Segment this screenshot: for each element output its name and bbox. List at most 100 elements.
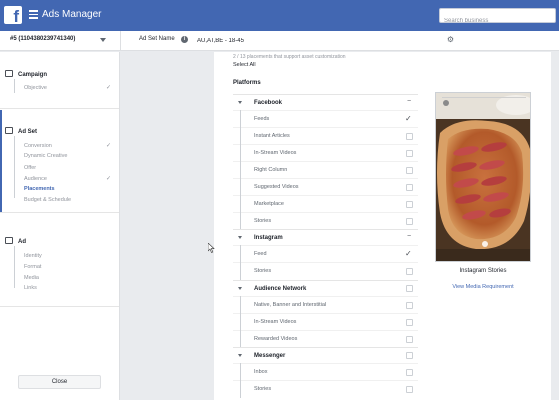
- divider: [120, 31, 121, 51]
- checkbox[interactable]: [406, 319, 413, 326]
- sidebar-item-objective[interactable]: Objective: [24, 85, 47, 91]
- platform-group-messenger[interactable]: Messenger: [233, 347, 418, 363]
- sidebar: Campaign Objective ✓ Ad Set Conversion ✓…: [0, 52, 120, 400]
- platform-group-audience-network[interactable]: Audience Network: [233, 280, 418, 296]
- caret-down-icon[interactable]: [238, 101, 242, 104]
- checkmark-icon[interactable]: ✓: [405, 249, 412, 258]
- placement-row-fb-suggested-videos[interactable]: Suggested Videos: [233, 178, 418, 196]
- sidebar-section-campaign[interactable]: Campaign: [5, 70, 47, 78]
- campaign-icon: [5, 70, 13, 77]
- checkbox[interactable]: [406, 369, 413, 376]
- canvas-gutter: [121, 52, 214, 400]
- checkbox[interactable]: [406, 167, 413, 174]
- top-bar: f Ads Manager: [0, 0, 559, 31]
- gear-icon[interactable]: ⚙: [446, 35, 455, 44]
- placement-row-ig-feed[interactable]: Feed ✓: [233, 245, 418, 263]
- caret-down-icon[interactable]: [238, 236, 242, 239]
- sidebar-item-format[interactable]: Format: [24, 264, 41, 270]
- platform-group-instagram[interactable]: Instagram −: [233, 229, 418, 245]
- placement-label: Suggested Videos: [254, 184, 299, 190]
- search-box[interactable]: [439, 8, 556, 28]
- platform-group-facebook[interactable]: Facebook −: [233, 94, 418, 110]
- checkbox[interactable]: [406, 218, 413, 225]
- checkbox[interactable]: [406, 302, 413, 309]
- platform-group-name: Facebook: [254, 100, 283, 106]
- checkmark-icon: ✓: [106, 176, 112, 182]
- checkbox[interactable]: [406, 268, 413, 275]
- chevron-down-icon[interactable]: [100, 38, 106, 42]
- sidebar-item-offer[interactable]: Offer: [24, 165, 36, 171]
- checkbox[interactable]: [406, 150, 413, 157]
- placement-row-ig-stories[interactable]: Stories: [233, 262, 418, 280]
- caret-down-icon[interactable]: [238, 287, 242, 290]
- placement-row-an-native-banner[interactable]: Native, Banner and Interstitial: [233, 296, 418, 314]
- checkbox[interactable]: [406, 386, 413, 393]
- ad-set-name-label: Ad Set Name: [139, 36, 175, 42]
- indeterminate-checkbox[interactable]: −: [405, 233, 413, 241]
- tree-line: [14, 136, 15, 198]
- sidebar-section-ad[interactable]: Ad: [5, 237, 26, 245]
- checkbox[interactable]: [406, 184, 413, 191]
- ad-set-name-input[interactable]: [196, 34, 458, 47]
- placement-row-an-rewarded-videos[interactable]: Rewarded Videos: [233, 330, 418, 348]
- tree-line: [14, 79, 15, 93]
- placements-panel: 2 / 13 placements that support asset cus…: [214, 52, 551, 400]
- placement-label: In-Stream Videos: [254, 150, 297, 156]
- placement-label: Rewarded Videos: [254, 336, 298, 342]
- placement-row-fb-instream-videos[interactable]: In-Stream Videos: [233, 144, 418, 162]
- tree-line: [14, 246, 15, 288]
- checkmark-icon: ✓: [106, 85, 112, 91]
- checkbox[interactable]: [406, 336, 413, 343]
- placement-row-fb-instant-articles[interactable]: Instant Articles: [233, 127, 418, 145]
- checkbox[interactable]: [406, 285, 413, 292]
- select-all-link[interactable]: Select All: [233, 62, 256, 68]
- sidebar-item-dynamic-creative[interactable]: Dynamic Creative: [24, 153, 67, 159]
- placement-label: Stories: [254, 268, 272, 274]
- platforms-heading: Platforms: [233, 80, 261, 86]
- platform-group-name: Instagram: [254, 235, 283, 241]
- view-media-requirement-link[interactable]: View Media Requirement: [432, 284, 534, 290]
- facebook-logo-icon[interactable]: f: [4, 6, 22, 26]
- placement-row-fb-marketplace[interactable]: Marketplace: [233, 195, 418, 213]
- app-title: Ads Manager: [42, 9, 102, 20]
- placement-row-fb-feeds[interactable]: Feeds ✓: [233, 110, 418, 128]
- search-input[interactable]: [440, 14, 555, 28]
- sidebar-item-conversion[interactable]: Conversion: [24, 143, 52, 149]
- caret-down-icon[interactable]: [238, 354, 242, 357]
- sidebar-item-links[interactable]: Links: [24, 285, 37, 291]
- placement-label: In-Stream Videos: [254, 319, 297, 325]
- sidebar-section-label: Campaign: [18, 72, 48, 78]
- placement-row-fb-right-column[interactable]: Right Column: [233, 161, 418, 179]
- placement-label: Inbox: [254, 369, 268, 375]
- mouse-cursor-icon: [208, 243, 215, 253]
- placement-row-msg-inbox[interactable]: Inbox: [233, 363, 418, 381]
- sidebar-item-audience[interactable]: Audience: [24, 176, 47, 182]
- divider: [0, 306, 119, 307]
- checkbox[interactable]: [406, 201, 413, 208]
- hamburger-menu-icon[interactable]: [29, 10, 38, 19]
- checkmark-icon[interactable]: ✓: [405, 114, 412, 123]
- placement-row-fb-stories[interactable]: Stories: [233, 212, 418, 230]
- indeterminate-checkbox[interactable]: −: [405, 98, 413, 106]
- info-icon[interactable]: i: [181, 36, 188, 43]
- asset-customization-note: 2 / 13 placements that support asset cus…: [233, 54, 346, 60]
- placement-label: Native, Banner and Interstitial: [254, 302, 327, 308]
- sidebar-item-media[interactable]: Media: [24, 275, 39, 281]
- checkbox[interactable]: [406, 352, 413, 359]
- placement-row-an-instream-videos[interactable]: In-Stream Videos: [233, 313, 418, 331]
- sidebar-section-ad-set[interactable]: Ad Set: [5, 127, 37, 135]
- sidebar-item-placements[interactable]: Placements: [24, 186, 55, 192]
- preview-placement-title: Instagram Stories: [459, 268, 507, 274]
- placement-row-msg-stories[interactable]: Stories: [233, 380, 418, 398]
- checkbox[interactable]: [406, 133, 413, 140]
- sub-header: #5 (1104380239741340) Ad Set Name i ⚙: [0, 31, 559, 51]
- checkmark-icon: ✓: [106, 143, 112, 149]
- active-section-indicator: [0, 110, 2, 212]
- sidebar-item-budget-schedule[interactable]: Budget & Schedule: [24, 197, 71, 203]
- account-selector[interactable]: #5 (1104380239741340): [10, 36, 75, 42]
- platform-group-name: Audience Network: [254, 286, 307, 292]
- ad-icon: [5, 237, 13, 244]
- scrollbar-track[interactable]: [551, 52, 559, 400]
- sidebar-item-identity[interactable]: Identity: [24, 253, 42, 259]
- close-button[interactable]: Close: [18, 375, 101, 389]
